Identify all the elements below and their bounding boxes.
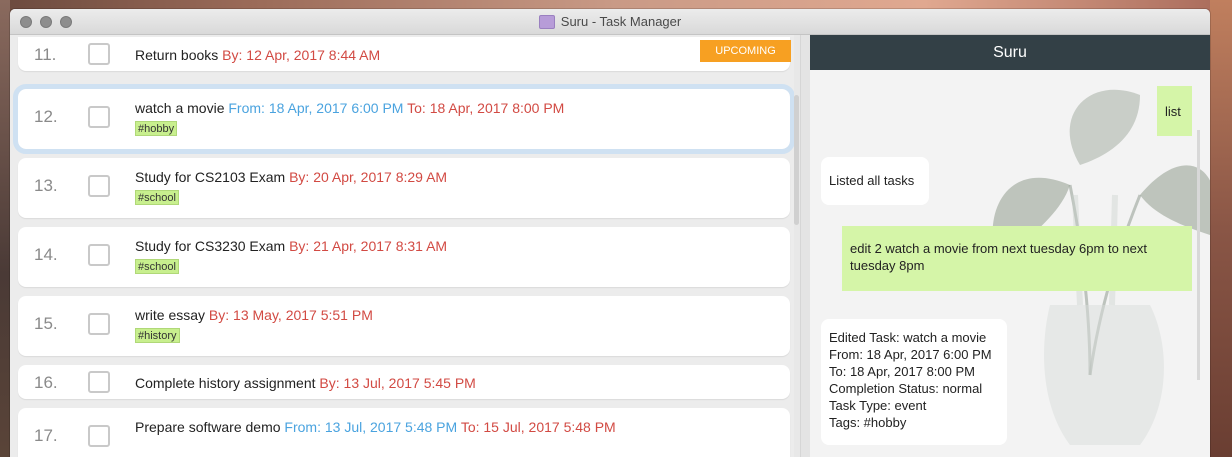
task-number: 15. [34,314,58,333]
chat-header: Suru [810,35,1210,70]
task-number: 13. [34,176,58,195]
app-icon [538,14,555,29]
chat-message-line: Tags: #hobby [829,415,907,430]
task-deadline: By: 12 Apr, 2017 8:44 AM [222,47,381,63]
chat-message-user: list [1157,86,1192,136]
task-name: write essay [135,307,206,323]
task-line: Prepare software demo From: 13 Jul, 2017… [135,419,616,435]
task-list-scrollbar-thumb[interactable] [794,95,799,225]
task-name: Study for CS3230 Exam [135,238,286,254]
task-list: 11. Return books By: 12 Apr, 2017 8:44 A… [13,37,795,457]
task-number: 16. [34,373,58,392]
task-line: Return books By: 12 Apr, 2017 8:44 AM [135,47,380,63]
task-checkbox[interactable] [88,371,110,393]
task-checkbox[interactable] [88,175,110,197]
chat-pane: Suru list Listed all tasks edit 2 watch … [810,35,1210,457]
window-title: Suru - Task Manager [560,14,682,29]
app-window: Suru - Task Manager 11. Return books By:… [10,9,1210,457]
chat-message-line: Edited Task: watch a movie [829,330,987,345]
task-name: Study for CS2103 Exam [135,169,286,185]
task-end-time: To: 18 Apr, 2017 8:00 PM [407,100,565,116]
task-card-selected[interactable]: 12. watch a movie From: 18 Apr, 2017 6:0… [13,84,795,154]
desktop-background-right [1210,0,1232,457]
task-number: 11. [34,45,57,64]
task-checkbox[interactable] [88,43,110,65]
task-start-time: From: 18 Apr, 2017 6:00 PM [228,100,404,116]
task-number: 17. [34,426,58,445]
task-card[interactable]: 15. write essay By: 13 May, 2017 5:51 PM… [18,296,790,356]
chat-message-line: To: 18 Apr, 2017 8:00 PM [829,364,975,379]
task-deadline: By: 21 Apr, 2017 8:31 AM [289,238,448,254]
task-tag: #hobby [135,121,178,136]
task-card[interactable]: 16. Complete history assignment By: 13 J… [18,365,790,399]
task-deadline: By: 20 Apr, 2017 8:29 AM [289,169,448,185]
zoom-window-button[interactable] [60,16,72,28]
task-line: write essay By: 13 May, 2017 5:51 PM [135,307,373,323]
task-tag: #school [135,190,179,205]
upcoming-badge: UPCOMING [700,40,791,62]
task-checkbox[interactable] [88,244,110,266]
main-content: 11. Return books By: 12 Apr, 2017 8:44 A… [10,35,1210,457]
pane-divider[interactable] [800,35,810,457]
task-card[interactable]: 13. Study for CS2103 Exam By: 20 Apr, 20… [18,158,790,218]
chat-message-bot: Listed all tasks [821,157,929,205]
desktop-background-left [0,0,10,457]
task-checkbox[interactable] [88,425,110,447]
chat-message-line: Completion Status: normal [829,381,983,396]
task-deadline: By: 13 May, 2017 5:51 PM [208,307,373,323]
chat-message-line: From: 18 Apr, 2017 6:00 PM [829,347,992,362]
chat-scrollbar[interactable] [1197,130,1200,380]
task-card[interactable]: 17. Prepare software demo From: 13 Jul, … [18,408,790,457]
task-card[interactable]: 14. Study for CS3230 Exam By: 21 Apr, 20… [18,227,790,287]
task-name: Prepare software demo [135,419,281,435]
title-bar: Suru - Task Manager [10,9,1210,35]
task-end-time: To: 15 Jul, 2017 5:48 PM [460,419,616,435]
task-name: Complete history assignment [135,375,316,391]
window-title-group: Suru - Task Manager [538,14,682,29]
task-line: Study for CS3230 Exam By: 21 Apr, 2017 8… [135,238,447,254]
task-line: Study for CS2103 Exam By: 20 Apr, 2017 8… [135,169,447,185]
task-line: Complete history assignment By: 13 Jul, … [135,375,476,391]
task-name: Return books [135,47,219,63]
task-deadline: By: 13 Jul, 2017 5:45 PM [319,375,476,391]
chat-message-line: Task Type: event [829,398,927,413]
task-number: 12. [34,107,58,126]
task-tag: #history [135,328,180,343]
task-checkbox[interactable] [88,106,110,128]
close-window-button[interactable] [20,16,32,28]
task-tag: #school [135,259,179,274]
task-start-time: From: 13 Jul, 2017 5:48 PM [284,419,458,435]
task-line: watch a movie From: 18 Apr, 2017 6:00 PM… [135,100,564,116]
task-name: watch a movie [135,100,225,116]
chat-message-user: edit 2 watch a movie from next tuesday 6… [842,226,1192,291]
chat-message-bot: Edited Task: watch a movie From: 18 Apr,… [821,319,1007,445]
task-card[interactable]: 11. Return books By: 12 Apr, 2017 8:44 A… [18,37,791,71]
task-list-pane: 11. Return books By: 12 Apr, 2017 8:44 A… [10,35,800,457]
window-controls [20,16,72,28]
task-checkbox[interactable] [88,313,110,335]
task-number: 14. [34,245,58,264]
minimize-window-button[interactable] [40,16,52,28]
